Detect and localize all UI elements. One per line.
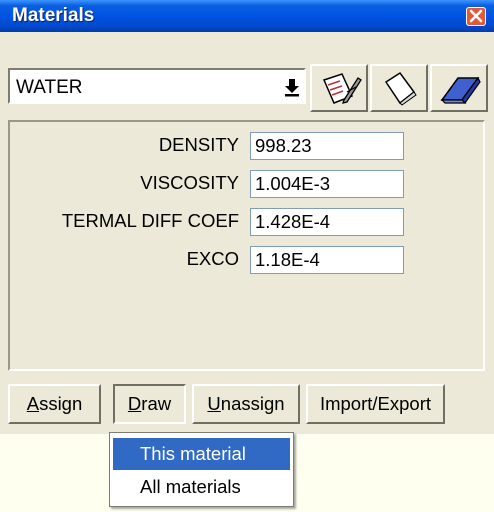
unassign-mnemonic: U [207, 393, 221, 414]
thermal-diff-coef-label: TERMAL DIFF COEF [61, 210, 239, 231]
thermal-diff-coef-field[interactable]: 1.428E-4 [250, 208, 404, 236]
exco-label: EXCO [186, 248, 239, 269]
menu-item-this-material[interactable]: This material [113, 438, 290, 470]
unassign-label-rest: nassign [220, 393, 285, 414]
blank-sheet-icon [384, 71, 417, 106]
eraser-icon [440, 76, 481, 104]
material-select[interactable]: WATER [8, 68, 306, 104]
density-label: DENSITY [158, 134, 239, 155]
viscosity-label: VISCOSITY [140, 172, 239, 193]
edit-material-button[interactable] [310, 64, 368, 112]
unassign-button[interactable]: Unassign [192, 384, 300, 424]
draw-menu: This material All materials [109, 432, 294, 507]
draw-button[interactable]: Draw [113, 384, 186, 424]
viscosity-field[interactable]: 1.004E-3 [250, 170, 404, 198]
exco-field[interactable]: 1.18E-4 [250, 246, 404, 274]
dropdown-arrow-icon[interactable] [281, 76, 303, 98]
checklist-pencil-icon [322, 73, 362, 104]
assign-mnemonic: A [26, 393, 40, 414]
erase-material-button[interactable] [430, 64, 488, 112]
properties-panel: DENSITY 998.23 VISCOSITY 1.004E-3 TERMAL… [8, 120, 485, 371]
density-field[interactable]: 998.23 [250, 132, 404, 160]
assign-label-rest: ssign [39, 393, 83, 414]
materials-window: Materials WATER DENSITY 998.23 VISCOSITY… [0, 0, 494, 512]
window-title: Materials [12, 5, 95, 26]
new-material-button[interactable] [370, 64, 428, 112]
menu-item-all-materials[interactable]: All materials [113, 471, 290, 503]
close-button[interactable] [466, 7, 486, 26]
assign-button[interactable]: Assign [8, 384, 101, 424]
import-export-button[interactable]: Import/Export [306, 384, 445, 424]
material-select-value: WATER [16, 77, 83, 98]
draw-mnemonic: D [127, 393, 142, 414]
close-icon [469, 9, 483, 23]
draw-label-rest: raw [141, 393, 172, 414]
title-bar[interactable]: Materials [0, 0, 494, 32]
